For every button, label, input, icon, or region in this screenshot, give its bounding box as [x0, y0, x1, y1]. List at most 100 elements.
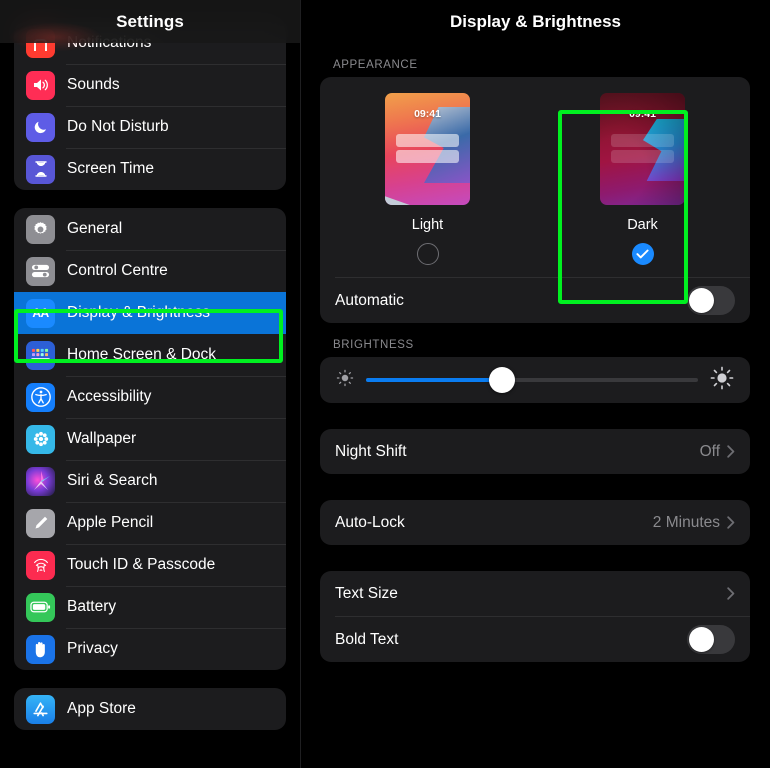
light-radio-button[interactable] — [417, 243, 439, 265]
sidebar-item-label: Accessibility — [67, 388, 151, 406]
display-brightness-icon: AA — [26, 299, 55, 328]
sidebar-group-3: App Store — [14, 688, 286, 730]
page-title: Display & Brightness — [450, 12, 621, 32]
dark-radio-button[interactable] — [632, 243, 654, 265]
sidebar-item-label: Do Not Disturb — [67, 118, 169, 136]
sidebar-item-siri-search[interactable]: Siri & Search — [14, 460, 286, 502]
text-size-label: Text Size — [335, 585, 727, 603]
preview-clock: 09:41 — [600, 108, 685, 120]
auto-lock-value: 2 Minutes — [653, 514, 720, 532]
sidebar-item-screen-time[interactable]: Screen Time — [14, 148, 286, 190]
sidebar-item-label: General — [67, 220, 122, 238]
text-card: Text Size Bold Text — [320, 571, 750, 662]
sidebar-item-control-centre[interactable]: Control Centre — [14, 250, 286, 292]
chevron-right-icon — [727, 445, 735, 458]
auto-lock-label: Auto-Lock — [335, 514, 653, 532]
brightness-high-icon — [710, 366, 734, 395]
slider-thumb[interactable] — [489, 367, 515, 393]
sidebar-item-label: Siri & Search — [67, 472, 157, 490]
privacy-hand-icon — [26, 635, 55, 664]
sidebar-item-do-not-disturb[interactable]: Do Not Disturb — [14, 106, 286, 148]
chevron-right-icon — [727, 587, 735, 600]
auto-lock-row[interactable]: Auto-Lock 2 Minutes — [320, 500, 750, 545]
text-size-row[interactable]: Text Size — [320, 571, 750, 616]
chevron-right-icon — [727, 516, 735, 529]
appearance-option-light[interactable]: 09:41 Light — [363, 93, 493, 265]
sidebar-item-sounds[interactable]: Sounds — [14, 64, 286, 106]
sidebar-item-wallpaper[interactable]: Wallpaper — [14, 418, 286, 460]
sidebar-item-label: Display & Brightness — [67, 304, 210, 322]
automatic-toggle[interactable] — [687, 286, 735, 315]
content-header: Display & Brightness — [301, 0, 770, 43]
do-not-disturb-icon — [26, 113, 55, 142]
sidebar-item-label: Touch ID & Passcode — [67, 556, 215, 574]
sidebar-item-label: Home Screen & Dock — [67, 346, 216, 364]
sidebar-item-label: Battery — [67, 598, 116, 616]
dark-wallpaper-preview: 09:41 — [600, 93, 685, 205]
light-wallpaper-preview: 09:41 — [385, 93, 470, 205]
automatic-label: Automatic — [335, 292, 687, 310]
battery-icon — [26, 593, 55, 622]
toggle-knob — [689, 627, 714, 652]
sidebar-item-app-store[interactable]: App Store — [14, 688, 286, 730]
sidebar-item-accessibility[interactable]: Accessibility — [14, 376, 286, 418]
preview-notification-bar — [611, 134, 674, 147]
brightness-section-label: BRIGHTNESS — [333, 339, 770, 351]
apple-pencil-icon — [26, 509, 55, 538]
sidebar-item-label: Control Centre — [67, 262, 168, 280]
touch-id-passcode-icon — [26, 551, 55, 580]
brightness-row — [320, 357, 750, 403]
appearance-option-label: Light — [412, 217, 443, 233]
automatic-row[interactable]: Automatic — [320, 278, 750, 323]
app-store-icon — [26, 695, 55, 724]
home-screen-dock-icon — [26, 341, 55, 370]
appearance-card: 09:41 Light 09:41 Dark — [320, 77, 750, 323]
sidebar-item-label: Wallpaper — [67, 430, 136, 448]
sidebar-item-label: App Store — [67, 700, 136, 718]
sidebar-item-label: Apple Pencil — [67, 514, 153, 532]
sidebar-item-battery[interactable]: Battery — [14, 586, 286, 628]
bold-text-label: Bold Text — [335, 631, 687, 649]
sounds-icon — [26, 71, 55, 100]
appearance-section-label: APPEARANCE — [333, 59, 770, 71]
sidebar-scroll-area[interactable]: Notifications Sounds Do Not Disturb — [0, 0, 300, 748]
slider-fill — [366, 378, 502, 382]
sidebar-item-privacy[interactable]: Privacy — [14, 628, 286, 670]
night-shift-value: Off — [700, 443, 720, 461]
preview-notification-bar — [611, 150, 674, 163]
sidebar-group-1: Notifications Sounds Do Not Disturb — [14, 22, 286, 190]
sidebar-item-apple-pencil[interactable]: Apple Pencil — [14, 502, 286, 544]
appearance-options: 09:41 Light 09:41 Dark — [320, 77, 750, 277]
sidebar-item-general[interactable]: General — [14, 208, 286, 250]
sidebar-item-touch-id-passcode[interactable]: Touch ID & Passcode — [14, 544, 286, 586]
night-shift-card: Night Shift Off — [320, 429, 750, 474]
sidebar-title: Settings — [116, 12, 184, 32]
settings-screen: Notifications Sounds Do Not Disturb — [0, 0, 770, 768]
night-shift-row[interactable]: Night Shift Off — [320, 429, 750, 474]
brightness-low-icon — [336, 369, 354, 392]
bold-text-row[interactable]: Bold Text — [320, 617, 750, 662]
settings-sidebar[interactable]: Notifications Sounds Do Not Disturb — [0, 0, 300, 768]
sidebar-item-label: Sounds — [67, 76, 120, 94]
siri-search-icon — [26, 467, 55, 496]
general-gear-icon — [26, 215, 55, 244]
sidebar-item-home-screen-dock[interactable]: Home Screen & Dock — [14, 334, 286, 376]
brightness-card — [320, 357, 750, 403]
wallpaper-icon — [26, 425, 55, 454]
checkmark-icon — [636, 249, 649, 259]
appearance-option-label: Dark — [627, 217, 658, 233]
wallpaper-shape-corner — [385, 183, 421, 205]
auto-lock-card: Auto-Lock 2 Minutes — [320, 500, 750, 545]
sidebar-item-display-brightness[interactable]: AA Display & Brightness — [14, 292, 286, 334]
control-centre-icon — [26, 257, 55, 286]
sidebar-item-label: Privacy — [67, 640, 118, 658]
screen-time-icon — [26, 155, 55, 184]
toggle-knob — [689, 288, 714, 313]
display-brightness-panel: Display & Brightness APPEARANCE 09:41 Li… — [301, 0, 770, 768]
appearance-option-dark[interactable]: 09:41 Dark — [578, 93, 708, 265]
brightness-slider[interactable] — [366, 366, 698, 394]
preview-notification-bar — [396, 150, 459, 163]
sidebar-header: Settings — [0, 0, 300, 43]
sidebar-item-label: Screen Time — [67, 160, 154, 178]
bold-text-toggle[interactable] — [687, 625, 735, 654]
